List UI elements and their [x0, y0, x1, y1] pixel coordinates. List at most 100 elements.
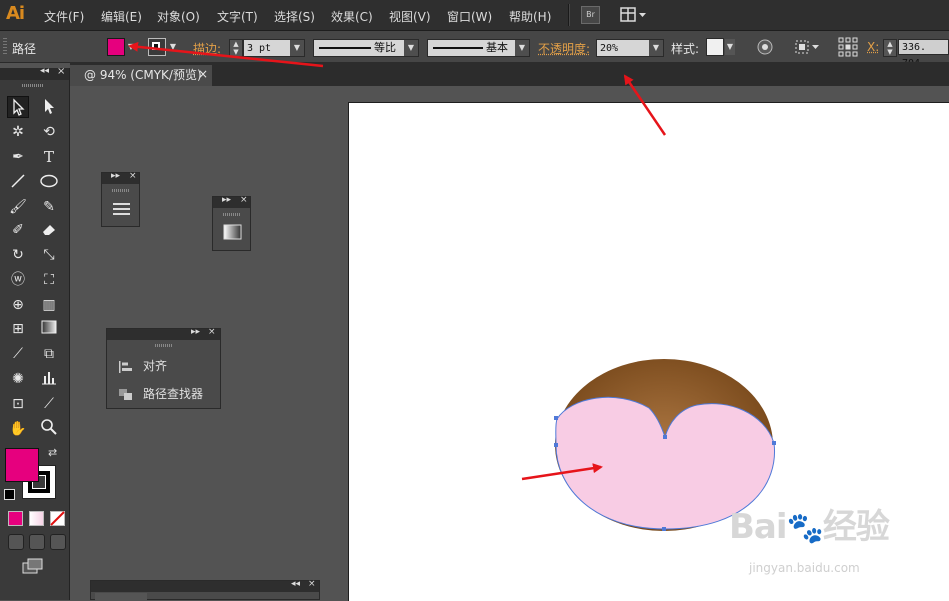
brush-dropdown-icon[interactable]: ▼ — [515, 40, 529, 56]
stroke-color-swatch[interactable] — [148, 38, 166, 56]
pen-tool-icon[interactable]: ✒ — [7, 146, 29, 168]
free-transform-tool-icon[interactable]: ⛶ — [38, 269, 60, 291]
collapse-panel-icon[interactable]: ◂◂ — [40, 66, 49, 76]
scale-tool-icon[interactable]: ⤡ — [38, 244, 60, 266]
close-panel-icon[interactable]: × — [57, 66, 65, 77]
default-fill-stroke-icon[interactable] — [4, 489, 15, 500]
mesh-tool-icon[interactable]: ⊞ — [7, 318, 29, 340]
menu-edit[interactable]: 编辑(E) — [101, 8, 142, 25]
close-panel-icon[interactable]: × — [129, 171, 137, 181]
artboard-tool-icon[interactable]: ⊡ — [7, 393, 29, 415]
pencil-tool-icon[interactable]: ✎ — [38, 196, 60, 218]
document-tab-title: @ 94% (CMYK/预览) — [84, 68, 202, 82]
menu-object[interactable]: 对象(O) — [157, 8, 200, 25]
panel-grip[interactable] — [112, 189, 130, 192]
panel-grip[interactable] — [155, 344, 173, 347]
lasso-tool-icon[interactable]: ⟲ — [38, 121, 60, 143]
menu-help[interactable]: 帮助(H) — [509, 8, 551, 25]
collapse-panel-icon[interactable]: ◂◂ — [291, 579, 300, 589]
blob-brush-tool-icon[interactable]: ✐ — [7, 219, 29, 241]
gradient-tool-icon[interactable] — [38, 318, 60, 340]
expand-panel-icon[interactable]: ▸▸ — [222, 195, 231, 205]
x-coordinate-label[interactable]: X: — [867, 40, 879, 54]
panel-menu-icon[interactable] — [112, 201, 131, 217]
zoom-tool-icon[interactable] — [38, 418, 60, 440]
panel-grip[interactable] — [223, 213, 241, 216]
close-panel-icon[interactable]: × — [308, 579, 316, 589]
variable-width-profile[interactable]: 等比 ▼ — [313, 39, 419, 57]
draw-behind-icon[interactable] — [29, 534, 45, 550]
magic-wand-tool-icon[interactable]: ✲ — [7, 121, 29, 143]
bridge-button[interactable]: Br — [581, 6, 600, 24]
stroke-weight-stepper[interactable]: ▲ ▼ — [229, 39, 243, 57]
tools-panel-titlebar[interactable]: ◂◂ × — [0, 66, 69, 80]
expand-panel-icon[interactable]: ▸▸ — [191, 327, 200, 337]
eyedropper-tool-icon[interactable]: ⟋ — [7, 343, 29, 365]
menu-select[interactable]: 选择(S) — [274, 8, 315, 25]
stroke-label[interactable]: 描边: — [193, 40, 221, 57]
brush-definition[interactable]: 基本 ▼ — [427, 39, 530, 57]
type-tool-icon[interactable]: T — [38, 146, 60, 168]
align-panel-item[interactable]: 对齐 — [119, 357, 167, 374]
style-dropdown-icon[interactable]: ▼ — [725, 39, 735, 55]
blend-tool-icon[interactable]: ⧉ — [38, 343, 60, 365]
menu-view[interactable]: 视图(V) — [389, 8, 431, 25]
fill-dropdown-icon[interactable]: ▼ — [126, 39, 136, 55]
pathfinder-label: 路径查找器 — [143, 387, 204, 401]
direct-selection-tool-icon[interactable] — [38, 96, 60, 118]
line-segment-tool-icon[interactable] — [7, 171, 29, 193]
menu-effect[interactable]: 效果(C) — [331, 8, 373, 25]
stroke-weight-dropdown-icon[interactable]: ▼ — [290, 40, 304, 56]
close-panel-icon[interactable]: × — [208, 327, 216, 337]
artboard[interactable]: Bai🐾经验 jingyan.baidu.com — [348, 102, 949, 601]
x-coordinate-stepper[interactable]: ▲ ▼ — [883, 39, 897, 57]
slice-tool-icon[interactable]: ⟋ — [38, 393, 60, 415]
eraser-tool-icon[interactable] — [38, 219, 60, 241]
tools-panel-grip[interactable] — [22, 84, 44, 87]
screen-mode-icon[interactable] — [22, 558, 44, 574]
column-graph-tool-icon[interactable] — [38, 368, 60, 390]
document-tab-close-icon[interactable]: × — [198, 67, 208, 81]
recolor-artwork-icon[interactable] — [757, 39, 773, 55]
hand-tool-icon[interactable]: ✋ — [7, 418, 29, 440]
pathfinder-panel-item[interactable]: 路径查找器 — [119, 385, 203, 402]
fill-color-swatch[interactable] — [107, 38, 125, 56]
stroke-weight-field[interactable]: 3 pt ▼ — [243, 39, 305, 57]
stroke-dropdown-icon[interactable]: ▼ — [168, 39, 178, 55]
none-mode-button[interactable] — [50, 511, 65, 526]
expand-panel-icon[interactable]: ▸▸ — [111, 171, 120, 181]
control-bar-grip[interactable] — [3, 38, 7, 56]
menu-type[interactable]: 文字(T) — [217, 8, 258, 25]
selection-tool-icon[interactable] — [7, 96, 29, 118]
align-to-selection-icon[interactable] — [795, 39, 821, 55]
workspace-switcher-icon[interactable] — [620, 7, 648, 23]
bottom-panel-group: ◂◂ × — [90, 579, 320, 601]
gradient-mode-button[interactable] — [29, 511, 44, 526]
draw-inside-icon[interactable] — [50, 534, 66, 550]
opacity-dropdown-icon[interactable]: ▼ — [649, 40, 663, 56]
close-panel-icon[interactable]: × — [240, 195, 248, 205]
profile-dropdown-icon[interactable]: ▼ — [404, 40, 418, 56]
swap-fill-stroke-icon[interactable]: ⇄ — [48, 446, 57, 459]
rotate-tool-icon[interactable]: ↻ — [7, 244, 29, 266]
document-tab[interactable]: @ 94% (CMYK/预览) — [70, 65, 212, 86]
paintbrush-tool-icon[interactable]: 🖌 — [7, 196, 29, 218]
watermark-url: jingyan.baidu.com — [749, 561, 860, 575]
opacity-field[interactable]: 20% ▼ — [596, 39, 664, 57]
draw-normal-icon[interactable] — [8, 534, 24, 550]
symbol-sprayer-tool-icon[interactable]: ✺ — [7, 368, 29, 390]
menu-file[interactable]: 文件(F) — [44, 8, 84, 25]
gradient-panel-icon[interactable] — [223, 224, 242, 240]
fill-indicator[interactable] — [5, 448, 39, 482]
warp-tool-icon[interactable]: ⓦ — [7, 269, 29, 291]
menu-window[interactable]: 窗口(W) — [447, 8, 492, 25]
x-coordinate-field[interactable]: 336. 704 — [898, 39, 949, 69]
collapsed-panel-menu: ▸▸ × — [101, 171, 140, 227]
ellipse-tool-icon[interactable] — [38, 171, 60, 193]
shape-builder-tool-icon[interactable]: ⊕ — [7, 294, 29, 316]
graphic-style-swatch[interactable] — [706, 38, 724, 56]
color-mode-button[interactable] — [8, 511, 23, 526]
transform-reference-point-icon[interactable] — [838, 37, 858, 57]
graph-tool-icon[interactable]: ▥ — [38, 294, 60, 316]
opacity-label[interactable]: 不透明度: — [538, 40, 590, 57]
